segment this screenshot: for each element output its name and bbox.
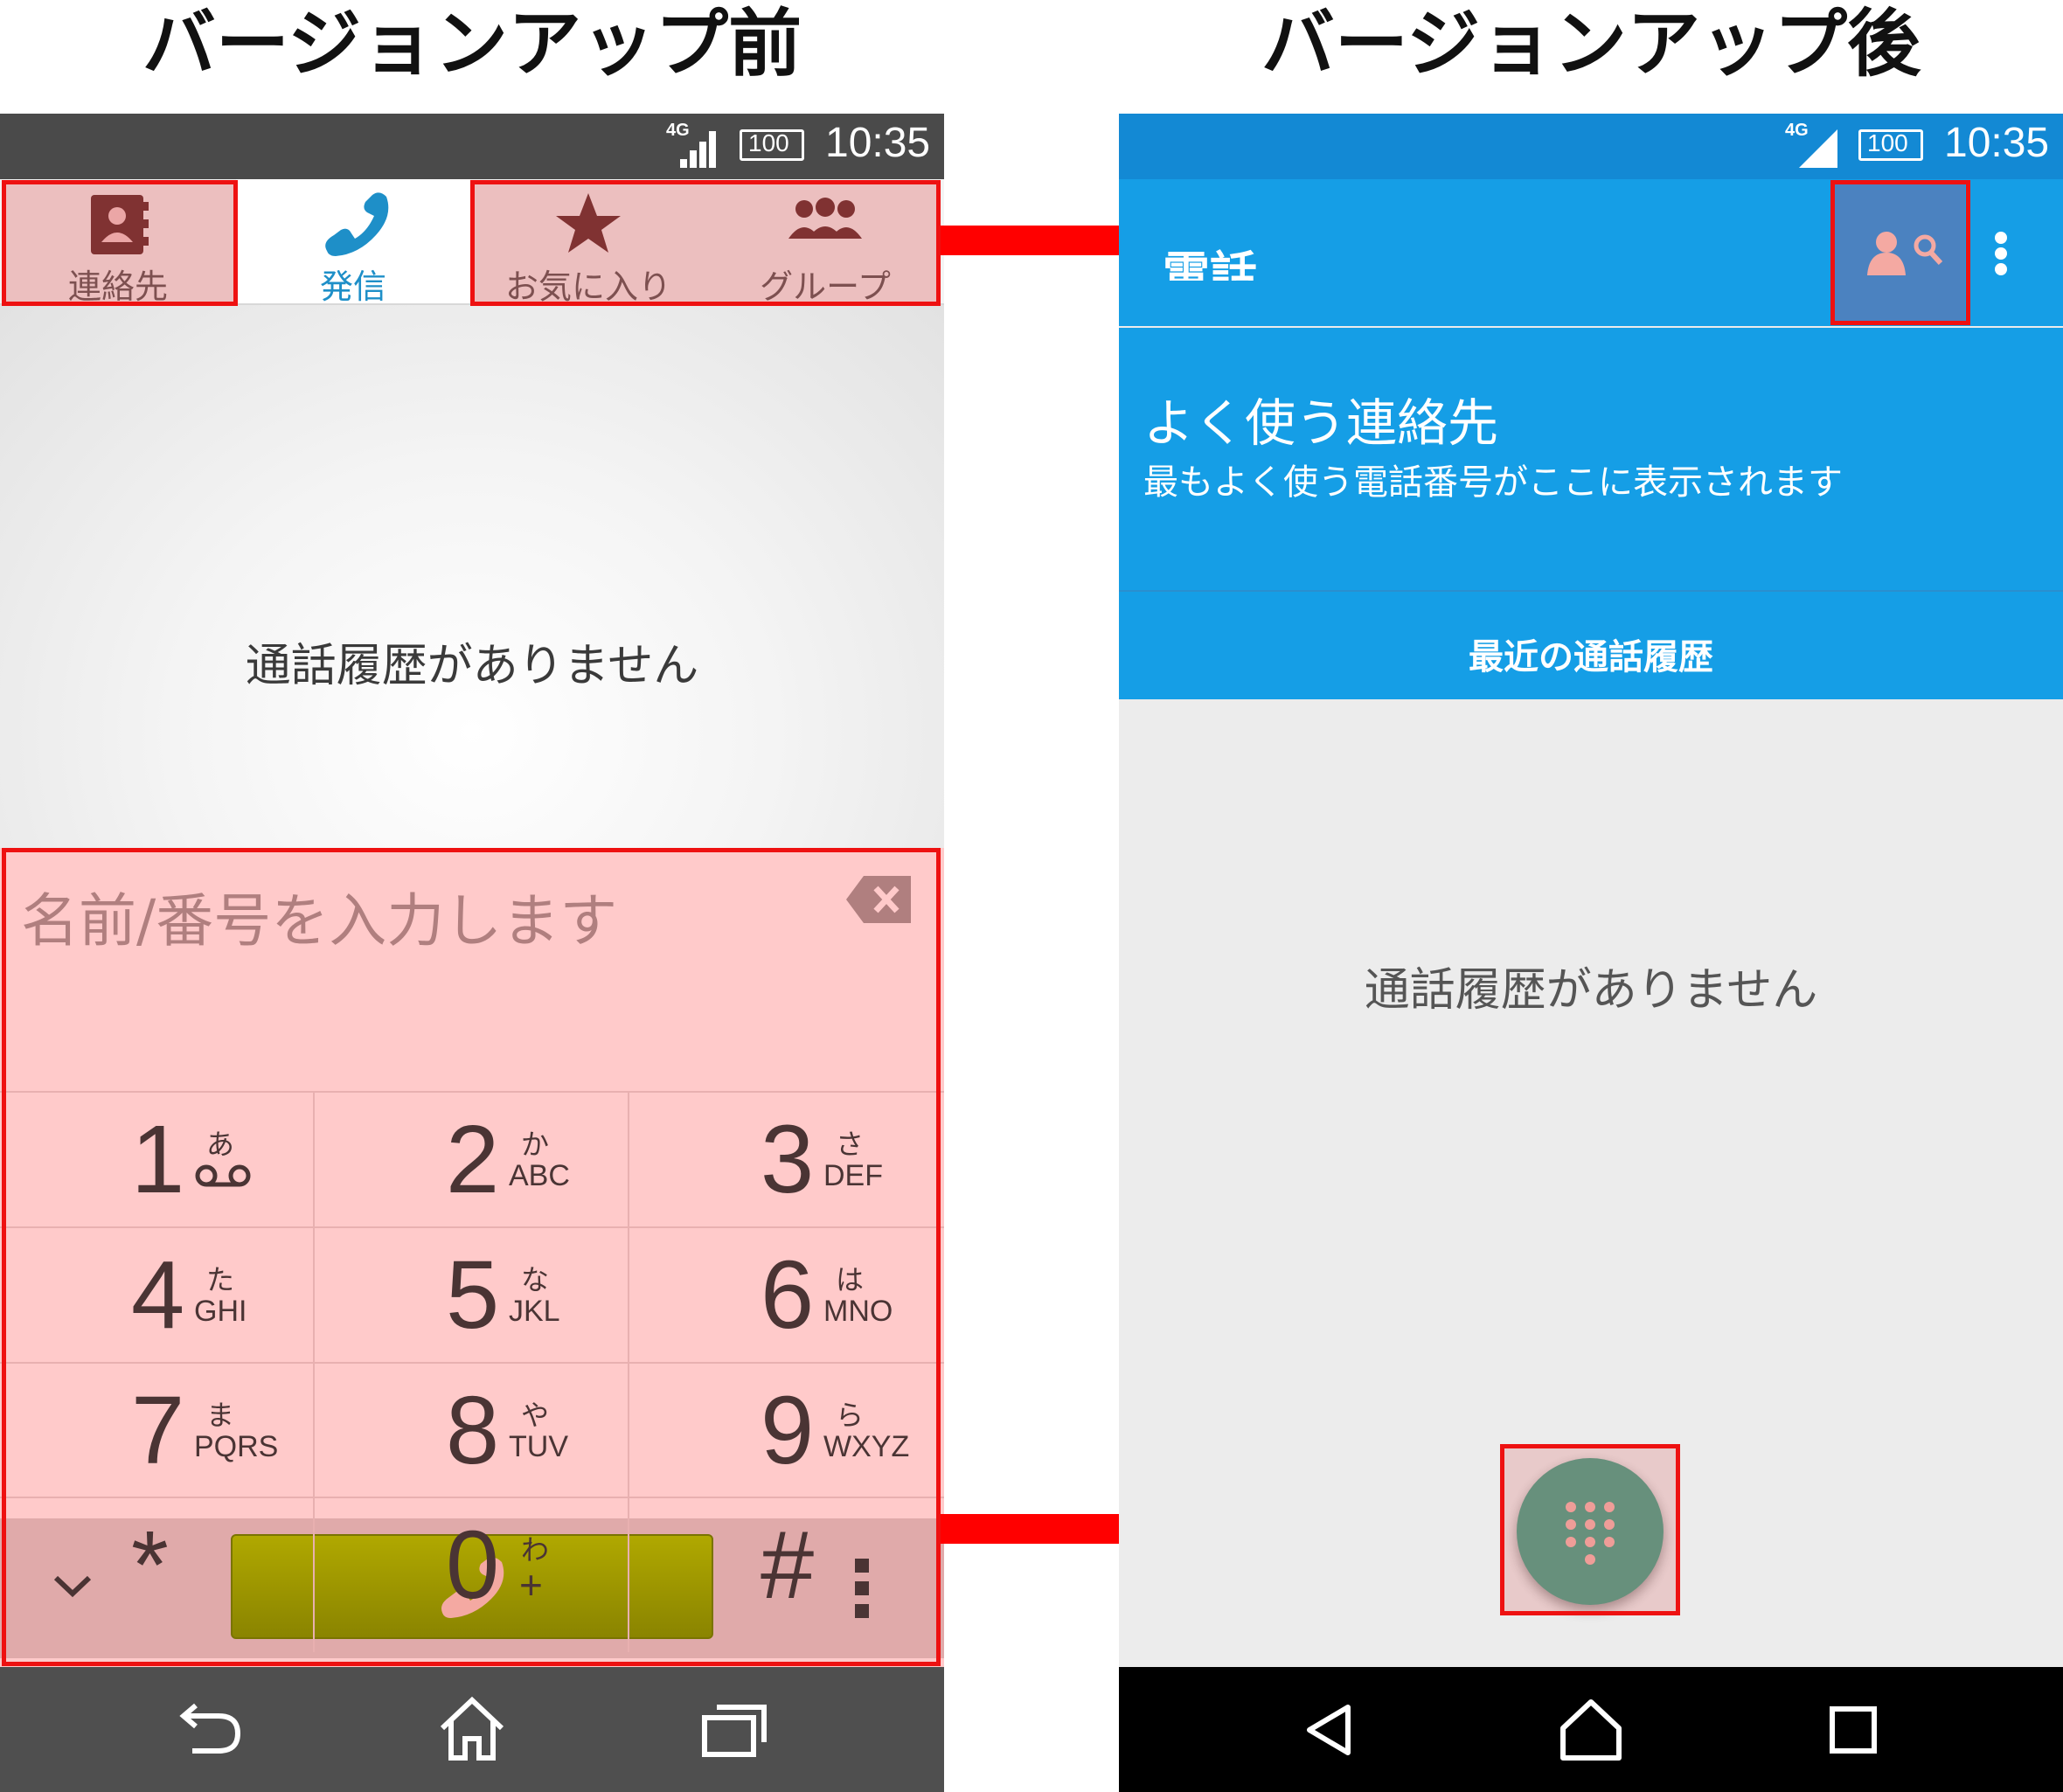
- frequent-contacts-title: よく使う連絡先: [1143, 393, 1499, 453]
- recent-apps-icon[interactable]: [1827, 1704, 1879, 1756]
- phone-after: 4G 100 10:35 電話 よく使う連絡先 最もよく使う電話番号がここに表示…: [1119, 114, 2063, 1792]
- status-bar: 4G 100 10:35: [1119, 114, 2063, 179]
- app-title: 電話: [1163, 247, 1257, 281]
- clock: 10:35: [1944, 120, 2050, 166]
- signal-icon: [680, 131, 716, 168]
- empty-call-history-message: 通話履歴がありません: [1364, 964, 1818, 1017]
- highlight-contacts-tab: [2, 180, 238, 306]
- highlight-dialpad-fab: [1500, 1444, 1680, 1615]
- back-icon[interactable]: [175, 1702, 245, 1758]
- highlight-dialpad: [2, 848, 941, 1666]
- recent-apps-icon[interactable]: [699, 1698, 769, 1760]
- frequent-contacts-section: よく使う連絡先 最もよく使う電話番号がここに表示されます 最近の通話履歴: [1119, 328, 2063, 699]
- signal-icon: [1799, 129, 1837, 168]
- home-icon[interactable]: [437, 1693, 507, 1763]
- battery-level: 100: [748, 129, 789, 156]
- divider: [1119, 590, 2063, 592]
- heading-after: バージョンアップ後: [1261, 1, 1921, 87]
- highlight-favorites-groups-tabs: [470, 180, 941, 306]
- back-icon[interactable]: [1302, 1702, 1355, 1758]
- heading-before: バージョンアップ前: [142, 1, 802, 87]
- status-bar: 4G 100 10:35: [0, 114, 944, 179]
- frequent-contacts-subtitle: 最もよく使う電話番号がここに表示されます: [1143, 462, 1843, 503]
- navigation-bar: [1119, 1667, 2063, 1792]
- clock: 10:35: [825, 120, 931, 166]
- phone-before: 4G 100 10:35 連絡先 発信 お気に入り グループ 通話履歴がありませ…: [0, 114, 944, 1792]
- more-options-icon[interactable]: [1995, 232, 2007, 275]
- navigation-bar: [0, 1667, 944, 1792]
- tab-dial-label: 発信: [319, 267, 386, 306]
- battery-level: 100: [1867, 129, 1908, 156]
- tab-recent-calls[interactable]: 最近の通話履歴: [1119, 629, 2063, 679]
- phone-handset-icon: [325, 192, 389, 256]
- empty-call-history-message: 通話履歴がありません: [245, 640, 699, 692]
- home-icon[interactable]: [1556, 1697, 1626, 1761]
- tab-dial[interactable]: 発信: [236, 179, 470, 306]
- highlight-contact-search: [1830, 180, 1970, 325]
